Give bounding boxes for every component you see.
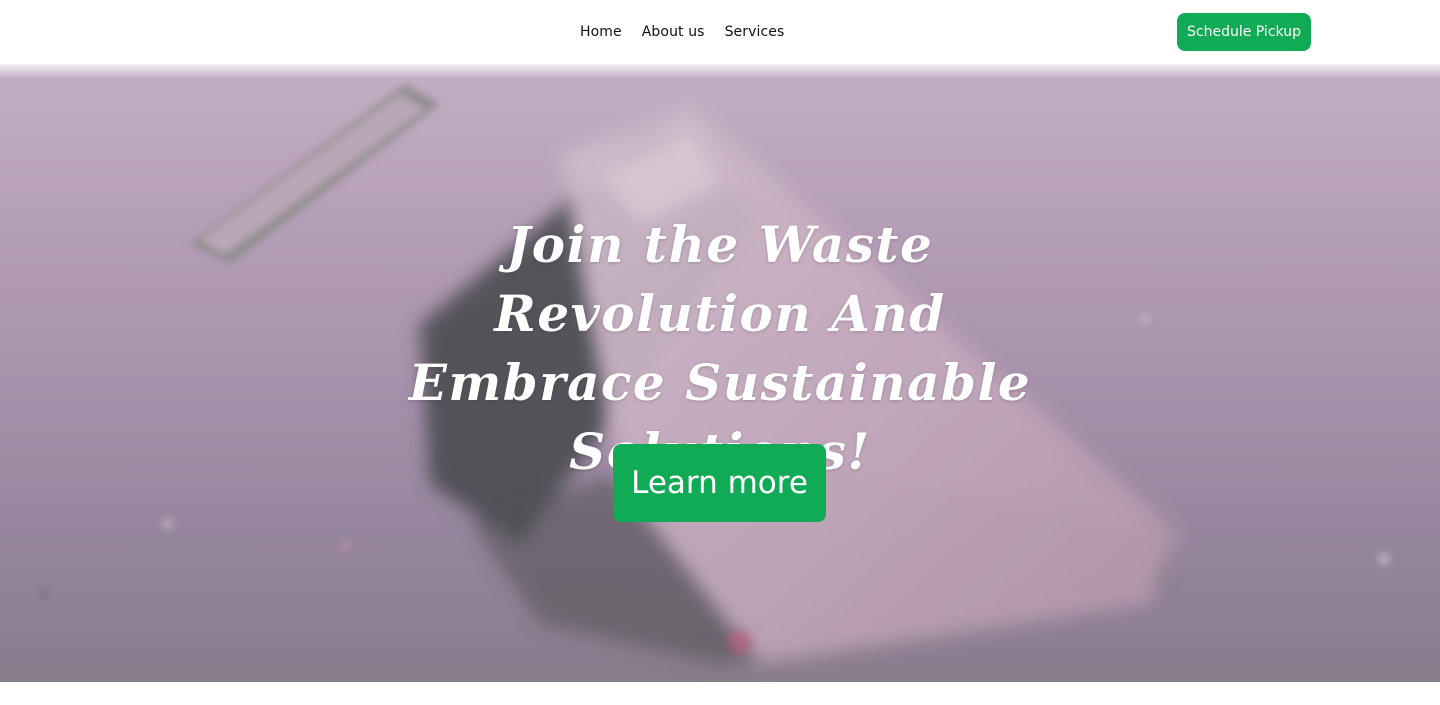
nav-link-services[interactable]: Services	[715, 24, 795, 40]
nav-link-home[interactable]: Home	[570, 24, 632, 40]
schedule-pickup-button[interactable]: Schedule Pickup	[1177, 13, 1311, 51]
hero-section: Join the Waste Revolution And Embrace Su…	[0, 64, 1440, 682]
nav-link-about-us[interactable]: About us	[632, 24, 715, 40]
learn-more-button[interactable]: Learn more	[613, 444, 826, 522]
top-navbar: Home About us Services Schedule Pickup	[0, 0, 1440, 64]
hero-top-fade	[0, 64, 1440, 78]
main-nav: Home About us Services	[570, 0, 794, 64]
